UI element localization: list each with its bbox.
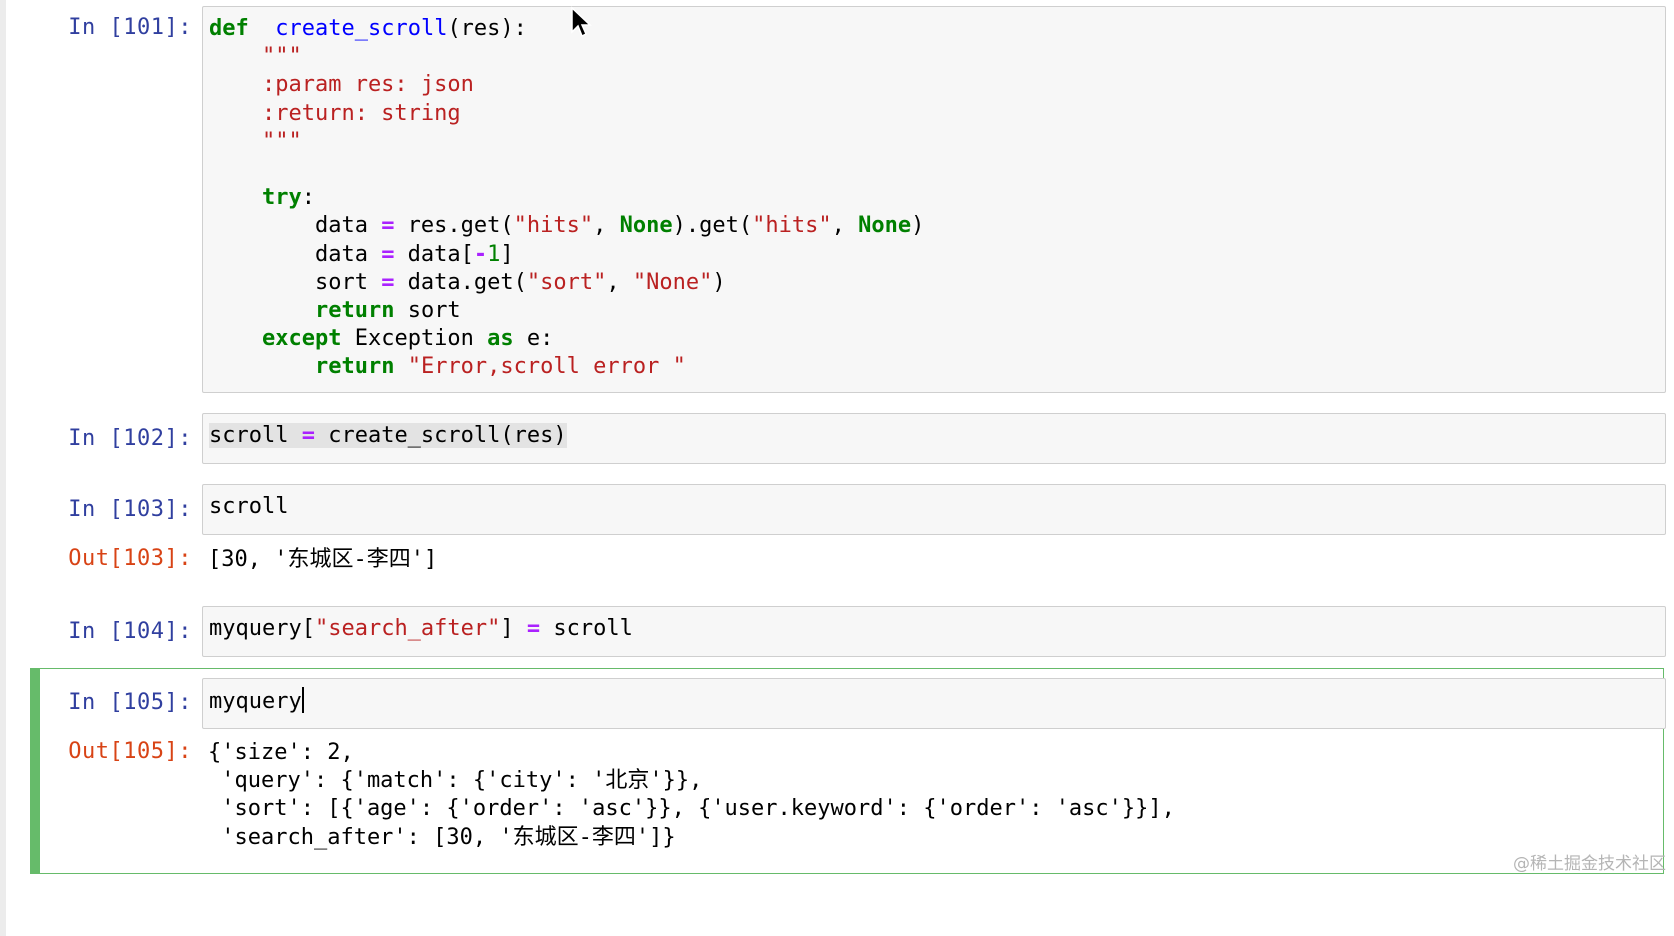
cell-105-in-prompt: In [105]: [68, 690, 192, 715]
text-cursor [301, 687, 304, 713]
cell-102-code[interactable]: scroll = create_scroll(res) [203, 414, 1665, 458]
code-line: :param res: json [209, 72, 474, 98]
cell-103-code-editor[interactable]: scroll [202, 484, 1666, 535]
code-line: except Exception as e: [261, 326, 554, 352]
code-line: scroll [209, 494, 289, 519]
notebook-left-gutter [0, 0, 6, 936]
code-line: myquery [209, 689, 302, 714]
code-line: scroll = create_scroll(res) [209, 423, 567, 448]
cell-103-output: [30, '东城区-李四'] [208, 547, 438, 572]
code-line: myquery["search_after"] = scroll [209, 616, 633, 641]
cell-104-code-editor[interactable]: myquery["search_after"] = scroll [202, 606, 1666, 657]
cell-104-in-prompt: In [104]: [68, 619, 192, 644]
cell-101-code-editor[interactable]: def create_scroll(res): """ :param res: … [202, 6, 1666, 393]
cell-101-code[interactable]: def create_scroll(res): """ :param res: … [203, 7, 1665, 390]
cell-102-code-editor[interactable]: scroll = create_scroll(res) [202, 413, 1666, 464]
code-line: return "Error,scroll error " [314, 354, 686, 380]
cell-105-output: {'size': 2, 'query': {'match': {'city': … [208, 740, 1175, 850]
code-line: data = data[-1] [209, 241, 514, 267]
code-line: """ [209, 44, 302, 70]
cell-105-code[interactable]: myquery [203, 679, 1665, 724]
cell-101-in-prompt: In [101]: [68, 15, 192, 40]
watermark: @稀土掘金技术社区 [1513, 854, 1666, 874]
cell-103-code[interactable]: scroll [203, 485, 1665, 529]
cell-102-in-prompt: In [102]: [68, 426, 192, 451]
code-line: def create_scroll(res): [209, 16, 527, 41]
mouse-pointer-icon [571, 6, 592, 38]
cell-104-code[interactable]: myquery["search_after"] = scroll [203, 607, 1665, 651]
code-line: try: [261, 185, 315, 211]
code-line: sort = data.get("sort", "None") [209, 269, 726, 295]
code-line: return sort [314, 298, 461, 324]
cell-103-in-prompt: In [103]: [68, 497, 192, 522]
code-line: """ [209, 128, 302, 154]
cell-105-code-editor[interactable]: myquery [202, 678, 1666, 729]
cell-105-out-prompt: Out[105]: [68, 739, 192, 764]
code-line: :return: string [209, 100, 461, 126]
cell-103-out-prompt: Out[103]: [68, 546, 192, 571]
code-line: data = res.get("hits", None).get("hits",… [209, 213, 925, 239]
